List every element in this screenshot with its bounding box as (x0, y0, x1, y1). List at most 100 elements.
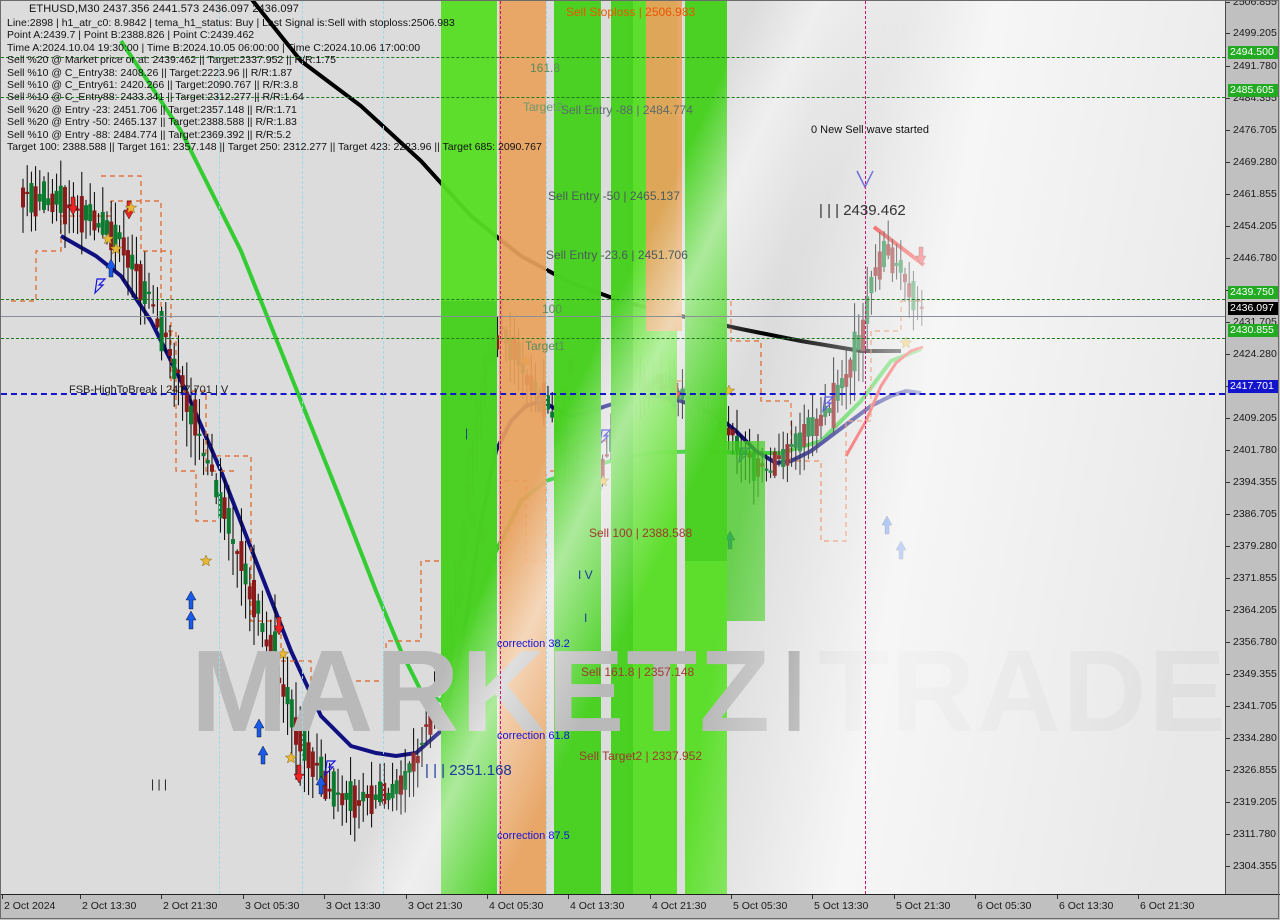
session-band-extra-3 (685, 1, 727, 561)
price-tick-label: 2424.280 (1233, 348, 1277, 360)
time-tick-label: 4 Oct 13:30 (570, 900, 625, 912)
time-tick-label: 4 Oct 05:30 (489, 900, 544, 912)
tag-2439-ask[interactable]: 2439.750 (1228, 286, 1278, 299)
price-tick-label: 2491.780 (1233, 60, 1277, 72)
price-tick-19: 2364.205 (1226, 604, 1280, 616)
time-axis[interactable]: 2 Oct 2024 2 Oct 13:30 2 Oct 21:30 3 Oct 05… (0, 894, 1280, 920)
time-tick-label: 3 Oct 05:30 (245, 900, 300, 912)
price-tick-24: 2326.855 (1226, 764, 1280, 776)
price-tick-label: 2311.780 (1233, 828, 1277, 840)
tag-2436-bid[interactable]: 2436.097 (1228, 302, 1278, 315)
price-tick-label: 2394.355 (1233, 476, 1277, 488)
price-tick-label: 2371.855 (1233, 572, 1277, 584)
time-tick-mark (406, 895, 407, 899)
time-tick-mark (243, 895, 244, 899)
price-tick-5: 2469.280 (1226, 156, 1280, 168)
hline-target1 (1, 338, 1225, 339)
price-tick-27: 2304.355 (1226, 860, 1280, 872)
time-tick-label: 3 Oct 21:30 (408, 900, 463, 912)
price-tick-8: 2446.780 (1226, 252, 1280, 264)
annotation-wave-mark-i: I (584, 611, 588, 625)
annotation-sell-161-8: Sell 161.8 | 2357.148 (581, 665, 695, 679)
annotation-price-c-label: | | | 2439.462 (819, 202, 906, 219)
price-tick-mark (1226, 418, 1230, 419)
price-tick-mark (1226, 674, 1230, 675)
price-tick-label: 2364.205 (1233, 604, 1277, 616)
time-tick-label: 6 Oct 13:30 (1059, 900, 1114, 912)
header-info-block: ETHUSD,M30 2437.356 2441.573 2436.097 24… (7, 3, 542, 153)
price-tick-mark (1226, 610, 1230, 611)
time-tick-mark (731, 895, 732, 899)
info-line-9: Sell %10 @ Entry -88: 2484.774 || Target… (7, 128, 292, 141)
price-tick-label: 2409.205 (1233, 412, 1277, 424)
time-tick-mark (568, 895, 569, 899)
time-tick-label: 2 Oct 2024 (4, 900, 56, 912)
tag-2417[interactable]: 2417.701 (1228, 380, 1278, 393)
strategy-info-lines: Line:2898 | h1_atr_c0: 8.9842 | tema_h1_… (7, 17, 542, 153)
time-tick-mark (324, 895, 325, 899)
price-tick-mark (1226, 578, 1230, 579)
time-tick-mark (650, 895, 651, 899)
price-tick-label: 2461.855 (1233, 188, 1277, 200)
time-tick-mark (2, 895, 3, 899)
price-tick-label: 2454.205 (1233, 220, 1277, 232)
annotation-wave-mark-1: | (465, 426, 469, 440)
price-tick-1: 2499.205 (1226, 27, 1280, 39)
band-orange-2 (646, 1, 682, 331)
price-tick-mark (1226, 450, 1230, 451)
price-tick-mark (1226, 866, 1230, 867)
price-tick-13: 2409.205 (1226, 412, 1280, 424)
price-tick-4: 2476.705 (1226, 124, 1280, 136)
annotation-sell-entry-50: Sell Entry -50 | 2465.137 (548, 189, 680, 203)
time-tick-label: 5 Oct 21:30 (896, 900, 951, 912)
vline-session-4 (546, 1, 547, 894)
price-tick-mark (1226, 546, 1230, 547)
price-axis[interactable]: 2506.855 2499.205 2491.780 2484.355 2476.705… (1225, 0, 1280, 894)
price-tick-label: 2469.280 (1233, 156, 1277, 168)
price-tick-2: 2491.780 (1226, 60, 1280, 72)
price-tick-mark (1226, 482, 1230, 483)
annotation-correction-61: correction 61.8 (497, 730, 570, 742)
info-line-1: Point A:2439.7 | Point B:2388.826 | Poin… (7, 29, 255, 42)
time-tick-mark (487, 895, 488, 899)
info-line-8: Sell %20 @ Entry -50: 2465.137 || Target… (7, 116, 297, 129)
time-tick-label: 5 Oct 13:30 (814, 900, 869, 912)
price-tick-23: 2334.280 (1226, 732, 1280, 744)
price-tick-mark (1226, 162, 1230, 163)
symbol-title: ETHUSD,M30 2437.356 2441.573 2436.097 24… (29, 3, 300, 15)
price-tick-mark (1226, 642, 1230, 643)
price-tick-14: 2401.780 (1226, 444, 1280, 456)
chart-plot-area[interactable]: MARKETZ I TRADE Sell Stoploss | 2506.983… (1, 1, 1225, 894)
time-tick-mark (80, 895, 81, 899)
price-tick-7: 2454.205 (1226, 220, 1280, 232)
price-tick-label: 2386.705 (1233, 508, 1277, 520)
info-line-7: Sell %20 @ Entry -23: 2451.706 || Target… (7, 103, 297, 116)
annotation-fsb-hightobreak: FSB-HighToBreak | 2417.701 | V (69, 384, 229, 396)
time-tick-label: 2 Oct 21:30 (163, 900, 218, 912)
price-tick-0: 2506.855 (1226, 0, 1280, 8)
time-tick-label: 4 Oct 21:30 (652, 900, 707, 912)
price-tick-label: 2326.855 (1233, 764, 1277, 776)
price-tick-label: 2319.205 (1233, 796, 1277, 808)
tag-2485[interactable]: 2485.605 (1228, 84, 1278, 97)
price-tick-mark (1226, 98, 1230, 99)
price-tick-mark (1226, 738, 1230, 739)
session-band-extra-0 (441, 301, 497, 894)
time-tick-label: 6 Oct 21:30 (1140, 900, 1195, 912)
price-tick-label: 2349.355 (1233, 668, 1277, 680)
price-tick-mark (1226, 66, 1230, 67)
info-line-10: Target 100: 2388.588 || Target 161: 2357… (7, 141, 542, 154)
hline-100 (1, 299, 1225, 300)
annotation-wave-mark-iii: | | | (151, 777, 168, 791)
annotation-fib-target1: Target1 (525, 339, 566, 353)
price-tick-26: 2311.780 (1226, 828, 1280, 840)
price-tick-15: 2394.355 (1226, 476, 1280, 488)
annotation-sell-entry-88: Sell Entry -88 | 2484.774 (561, 103, 693, 117)
info-line-0: Line:2898 | h1_atr_c0: 8.9842 | tema_h1_… (7, 17, 455, 29)
price-tick-25: 2319.205 (1226, 796, 1280, 808)
tag-2430[interactable]: 2430.855 (1228, 324, 1278, 337)
price-tick-mark (1226, 834, 1230, 835)
price-tick-mark (1226, 802, 1230, 803)
tag-2494[interactable]: 2494.500 (1228, 46, 1278, 59)
price-tick-11: 2424.280 (1226, 348, 1280, 360)
